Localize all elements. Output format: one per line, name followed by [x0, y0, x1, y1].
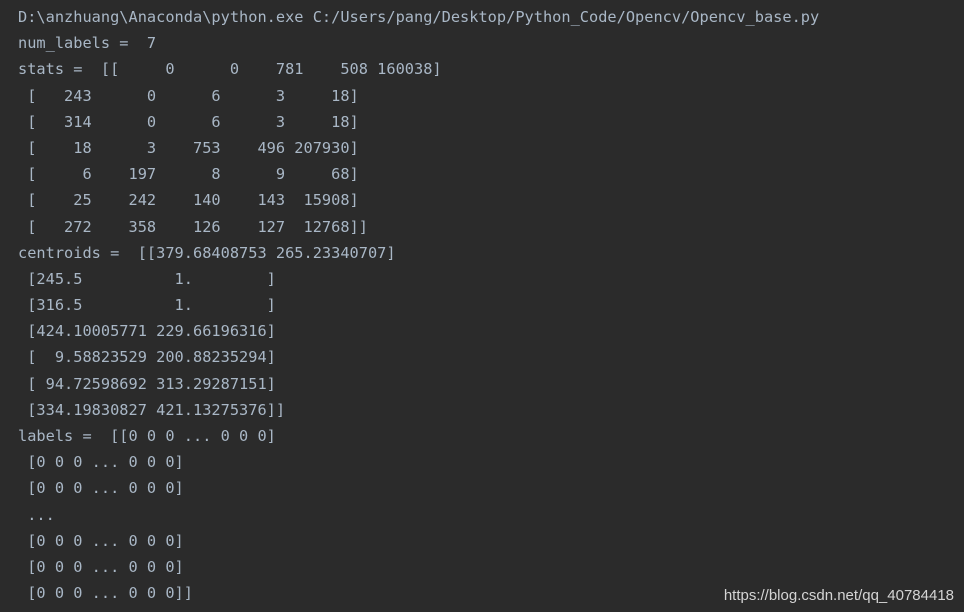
console-line-stats-row: [ 6 197 8 9 68] [18, 165, 359, 184]
watermark: https://blog.csdn.net/qq_40784418 [723, 587, 954, 604]
console-output: D:\anzhuang\Anaconda\python.exe C:/Users… [0, 0, 964, 612]
console-line-centroids: centroids = [[379.68408753 265.23340707] [18, 243, 396, 262]
console-line-stats-row: [ 25 242 140 143 15908] [18, 191, 359, 210]
console-line-stats-row: [ 314 0 6 3 18] [18, 112, 359, 131]
console-line-centroids-row: [316.5 1. ] [18, 296, 276, 315]
console-line-centroids-row: [ 9.58823529 200.88235294] [18, 348, 276, 367]
console-line-stats: stats = [[ 0 0 781 508 160038] [18, 60, 442, 79]
console-line-stats-row: [ 272 358 126 127 12768]] [18, 217, 368, 236]
console-line-centroids-row: [245.5 1. ] [18, 269, 276, 288]
console-line-num-labels: num_labels = 7 [18, 34, 157, 53]
console-line-command: D:\anzhuang\Anaconda\python.exe C:/Users… [18, 8, 820, 26]
console-line-labels: labels = [[0 0 0 ... 0 0 0] [18, 427, 276, 445]
console-line-ellipsis: ... [18, 505, 55, 524]
console-line-centroids-row: [334.19830827 421.13275376]] [18, 400, 286, 419]
console-line-stats-row: [ 243 0 6 3 18] [18, 86, 359, 105]
console-line-labels-row: [0 0 0 ... 0 0 0] [18, 557, 184, 576]
console-line-centroids-row: [424.10005771 229.66196316] [18, 322, 276, 341]
console-line-labels-row: [0 0 0 ... 0 0 0] [18, 531, 184, 550]
console-line-stats-row: [ 18 3 753 496 207930] [18, 138, 359, 157]
console-line-labels-row: [0 0 0 ... 0 0 0] [18, 479, 184, 498]
console-line-labels-row: [0 0 0 ... 0 0 0] [18, 453, 184, 472]
console-line-centroids-row: [ 94.72598692 313.29287151] [18, 374, 276, 393]
